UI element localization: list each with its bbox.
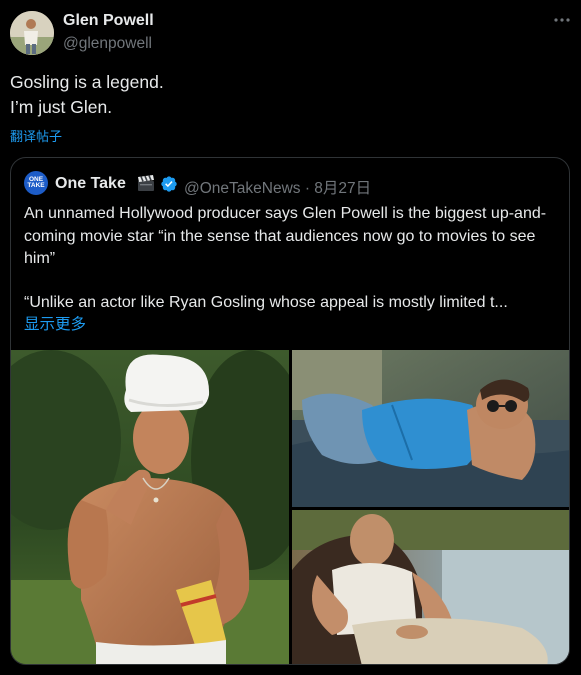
quote-avatar-label: ONE TAKE	[27, 176, 45, 189]
photo-lying-blue-shirt[interactable]	[292, 350, 569, 507]
quote-text: An unnamed Hollywood producer says Glen …	[24, 203, 559, 314]
clapper-board-icon	[137, 175, 155, 192]
quote-paragraph-1: An unnamed Hollywood producer says Glen …	[24, 205, 547, 267]
photo-towel-chips[interactable]	[11, 350, 289, 664]
quote-avatar[interactable]: ONE TAKE	[24, 171, 48, 195]
translate-post-link[interactable]: 翻译帖子	[10, 126, 62, 145]
photo-sitting-tank-top[interactable]	[292, 510, 569, 664]
quote-handle-date[interactable]: @OneTakeNews · 8月27日	[184, 176, 371, 198]
author-handle[interactable]: @glenpowell	[63, 35, 152, 53]
quoted-tweet[interactable]: ONE TAKE One Take @OneTakeNews · 8月27日 A…	[10, 157, 570, 665]
show-more-link[interactable]: 显示更多	[24, 312, 86, 334]
quote-paragraph-2: “Unlike an actor like Ryan Gosling whose…	[24, 293, 508, 311]
author-name[interactable]: Glen Powell	[63, 12, 154, 30]
tweet-text: Gosling is a legend. I’m just Glen.	[10, 72, 164, 117]
quote-author-name[interactable]: One Take	[55, 175, 126, 193]
more-dots-icon[interactable]	[552, 10, 572, 30]
verified-badge-icon[interactable]	[160, 175, 178, 193]
media-grid	[11, 350, 569, 664]
author-avatar[interactable]	[10, 11, 54, 55]
